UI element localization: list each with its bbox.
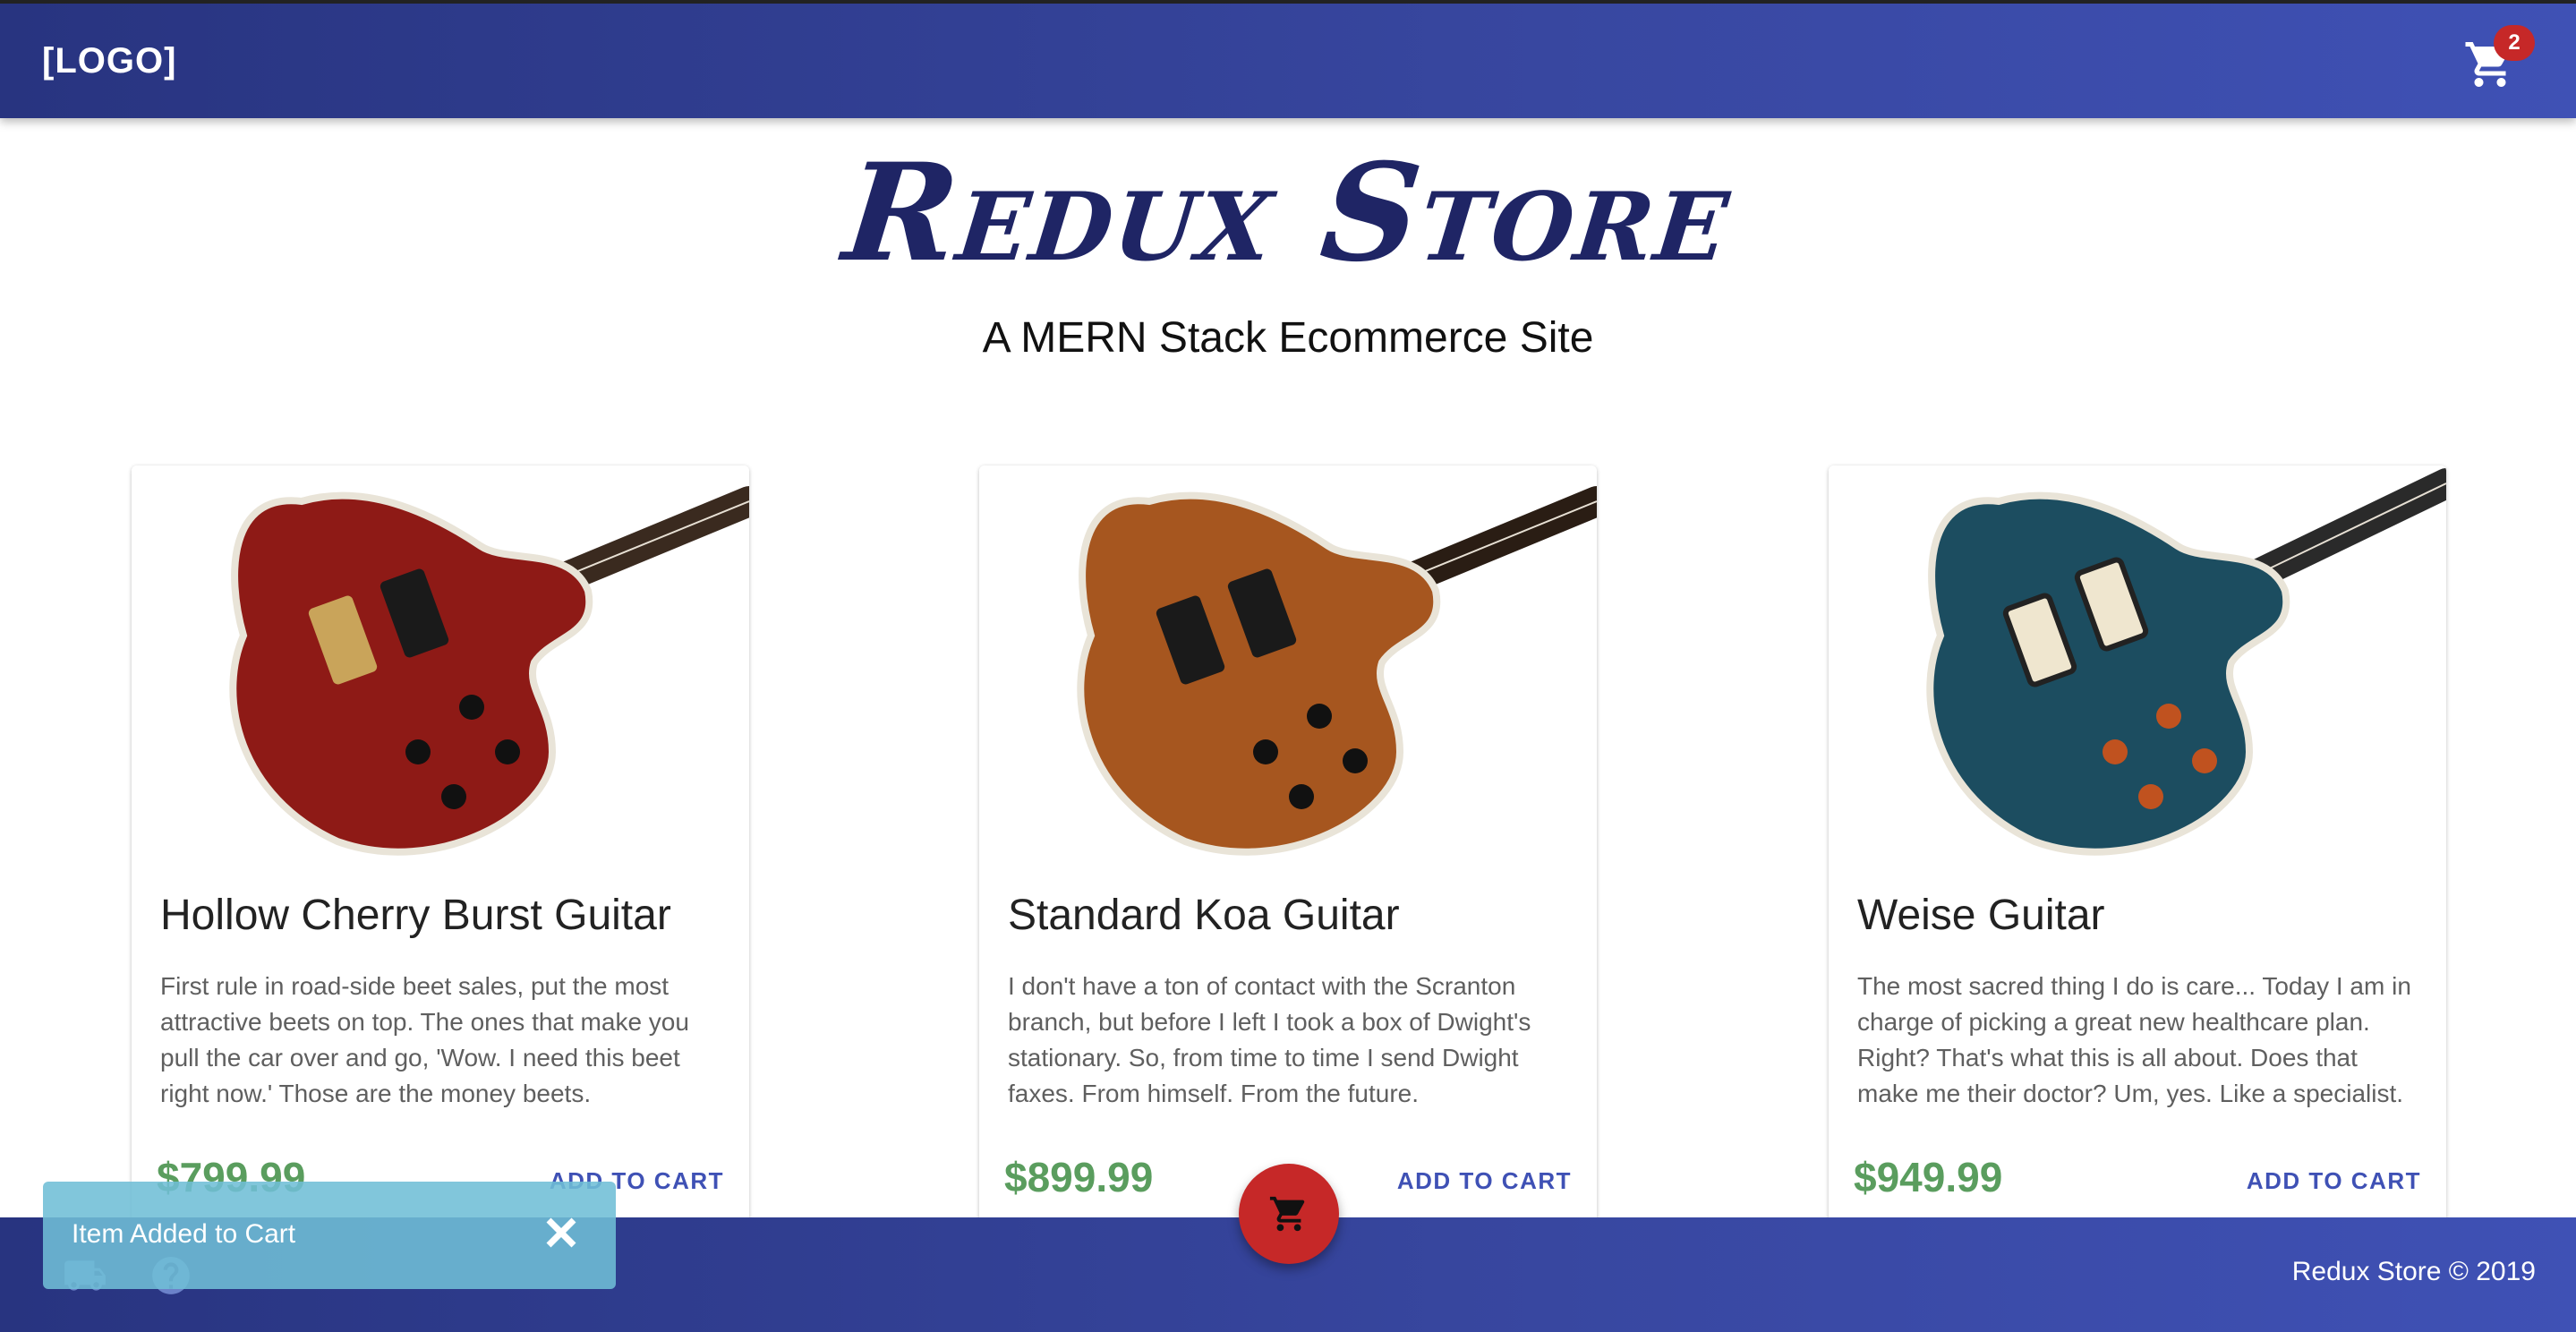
logo[interactable]: [LOGO] (42, 41, 176, 81)
product-card: Hollow Cherry Burst Guitar First rule in… (132, 465, 749, 1271)
snackbar-close-button[interactable] (540, 1211, 583, 1254)
floating-cart-button[interactable] (1239, 1164, 1339, 1264)
product-title: Standard Koa Guitar (1008, 892, 1400, 939)
product-image[interactable] (1829, 465, 2446, 868)
footer-copyright: Redux Store © 2019 (2291, 1257, 2536, 1286)
snackbar-notification: Item Added to Cart (43, 1182, 616, 1289)
guitar-body-shape (229, 491, 593, 856)
guitar-body-shape (1926, 491, 2290, 856)
cart-count-badge: 2 (2494, 25, 2535, 61)
add-to-cart-button[interactable]: ADD TO CART (2247, 1167, 2421, 1195)
product-title: Hollow Cherry Burst Guitar (160, 892, 671, 939)
product-price: $899.99 (1004, 1154, 1154, 1200)
guitar-image (1926, 468, 2446, 856)
guitar-body-shape (1077, 491, 1441, 856)
guitar-image (1077, 486, 1597, 856)
product-card: Standard Koa Guitar I don't have a ton o… (979, 465, 1597, 1271)
product-description: The most sacred thing I do is care... To… (1857, 972, 2411, 1107)
shopping-cart-icon (1269, 1196, 1305, 1232)
close-icon (546, 1217, 576, 1248)
store-subtitle: A MERN Stack Ecommerce Site (982, 314, 1594, 362)
guitar-image (229, 486, 749, 856)
product-title: Weise Guitar (1857, 892, 2105, 939)
product-image[interactable] (979, 465, 1597, 868)
store-title: Redux Store (837, 134, 1739, 292)
add-to-cart-button[interactable]: ADD TO CART (1397, 1167, 1572, 1195)
snackbar-message: Item Added to Cart (72, 1219, 296, 1249)
app-header: [LOGO] 2 (0, 0, 2576, 118)
product-image[interactable] (132, 465, 749, 868)
product-description: I don't have a ton of contact with the S… (1008, 972, 1531, 1107)
product-price: $949.99 (1854, 1154, 2003, 1200)
product-card: Weise Guitar The most sacred thing I do … (1829, 465, 2446, 1271)
product-description: First rule in road-side beet sales, put … (160, 972, 689, 1107)
